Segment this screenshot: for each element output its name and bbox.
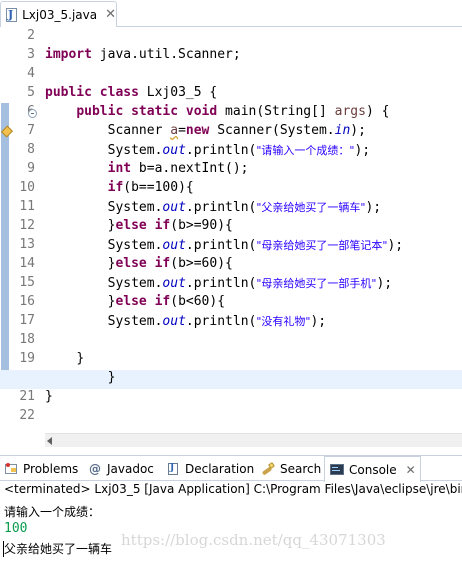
horizontal-scrollbar[interactable] (45, 433, 462, 447)
code-line: System.out.println("没有礼物"); (107, 314, 327, 329)
tab-declaration-label: Declaration (185, 461, 255, 476)
ruler-selection-strip (1, 103, 9, 387)
line-number: 10 (19, 180, 35, 195)
tab-search[interactable]: Search (261, 456, 321, 481)
tab-search-label: Search (280, 461, 322, 476)
line-number: 14 (19, 256, 35, 271)
line-number: 4 (27, 66, 35, 81)
line-number: 16 (19, 294, 35, 309)
close-icon[interactable]: ✕ (406, 463, 416, 477)
watermark: https://blog.csdn.net/qq_43071303 (121, 531, 386, 549)
code-line: } (76, 351, 85, 366)
fold-collapse-icon[interactable] (28, 109, 37, 118)
editor-tab-lxj03-5[interactable]: J Lxj03_5.java ✕ (0, 1, 117, 27)
search-flashlight-icon (261, 461, 275, 476)
code-line: System.out.println("母亲给她买了一部笔记本"); (107, 238, 404, 253)
javadoc-at-icon: @ (89, 461, 101, 476)
code-line: public class Lxj03_5 { (45, 85, 218, 100)
line-number: 12 (19, 218, 35, 233)
line-number: 22 (19, 408, 35, 423)
tab-console-label: Console (349, 462, 397, 477)
problems-icon (4, 462, 18, 476)
code-line: }else if(b<60){ (107, 294, 226, 309)
declaration-icon: J (166, 462, 180, 476)
tab-javadoc[interactable]: @ Javadoc (88, 456, 154, 481)
console-output-line: 请输入一个成绩： (4, 505, 101, 519)
views-tab-bar: Problems @ Javadoc J Declaration Search … (0, 455, 462, 482)
java-file-icon: J (5, 7, 17, 23)
editor-tab-label: Lxj03_5.java (22, 7, 98, 22)
code-line: public static void main(String[] args) { (76, 104, 390, 119)
editor-tab-bar: J Lxj03_5.java ✕ (0, 0, 462, 27)
code-text-area[interactable]: import java.util.Scanner; public class L… (0, 28, 462, 447)
code-line: } (45, 389, 53, 404)
tab-javadoc-label: Javadoc (107, 461, 154, 476)
line-number: 9 (27, 161, 35, 176)
current-code-line: } (0, 370, 462, 389)
line-number: 2 (27, 28, 35, 43)
line-number: 18 (19, 332, 35, 347)
line-number: 3 (27, 47, 35, 62)
console-status-line: <terminated> Lxj03_5 [Java Application] … (4, 482, 462, 496)
tab-problems[interactable]: Problems (4, 456, 78, 481)
code-line: Scanner a=new Scanner(System.in); (107, 123, 366, 138)
code-line: System.out.println("父亲给她买了一辆车"); (107, 200, 382, 215)
code-line: if(b==100){ (107, 180, 194, 195)
code-line: import java.util.Scanner; (45, 47, 241, 62)
console-user-input: 100 (4, 521, 28, 536)
code-line: }else if(b>=90){ (107, 218, 233, 233)
console-icon (330, 463, 344, 477)
code-line: System.out.println("请输入一个成绩："); (107, 143, 371, 158)
line-number: 15 (19, 275, 35, 290)
line-number: 19 (19, 351, 35, 366)
tab-console[interactable]: Console ✕ (324, 456, 421, 482)
line-number: 13 (19, 237, 35, 252)
text-caret (3, 541, 4, 557)
line-number: 21 (19, 389, 35, 404)
tab-problems-label: Problems (23, 461, 79, 476)
code-line: System.out.println("母亲给她买了一部手机"); (107, 276, 393, 291)
tab-declaration[interactable]: J Declaration (166, 456, 254, 481)
code-line: }else if(b>=60){ (107, 256, 233, 271)
code-editor[interactable]: 2 3 4 5 6 7 8 9 10 11 12 13 14 15 16 17 … (0, 28, 462, 447)
close-icon[interactable]: ✕ (105, 7, 116, 22)
line-number: 7 (27, 123, 35, 138)
line-number: 17 (19, 313, 35, 328)
line-number: 8 (27, 142, 35, 157)
line-number: 5 (27, 85, 35, 100)
console-output-line: 父亲给她买了一辆车 (4, 542, 113, 556)
scroll-left-arrow-icon[interactable] (47, 437, 52, 445)
code-line: int b=a.nextInt(); (107, 161, 249, 176)
line-number: 11 (19, 199, 35, 214)
warning-icon[interactable] (2, 126, 11, 135)
